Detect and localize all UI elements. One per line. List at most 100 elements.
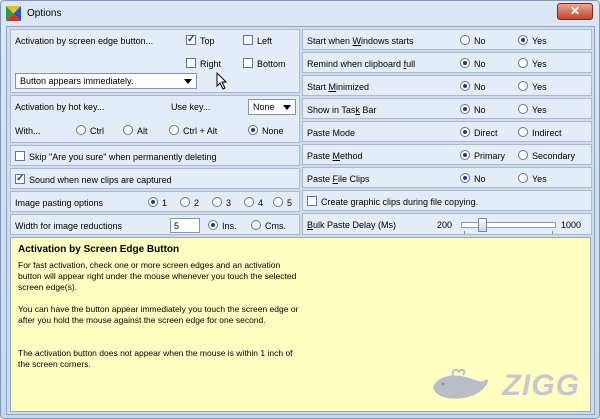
image-paste-option-2-radio[interactable] bbox=[180, 197, 190, 207]
bulk-paste-delay-min: 200 bbox=[437, 220, 453, 230]
paste-file-clips-yes-label: Yes bbox=[532, 174, 547, 184]
paste-method-secondary-label: Secondary bbox=[532, 151, 576, 161]
paste-method-secondary-radio[interactable] bbox=[518, 150, 528, 160]
units-inches-radio[interactable] bbox=[208, 220, 218, 230]
watermark-text: ZIGG bbox=[502, 369, 580, 402]
edge-activation-label: Activation by screen edge button... bbox=[15, 36, 154, 46]
skip-confirm-checkbox[interactable] bbox=[15, 151, 25, 161]
image-paste-option-2-label: 2 bbox=[194, 198, 200, 208]
show-taskbar-label: Show in Task Bar bbox=[307, 105, 377, 115]
hotkey-group: Activation by hot key... Use key... None… bbox=[10, 95, 300, 143]
edge-activation-group: Activation by screen edge button... Top … bbox=[10, 29, 300, 93]
modifier-alt-radio[interactable] bbox=[123, 125, 133, 135]
use-key-dropdown[interactable]: None bbox=[248, 99, 296, 115]
paste-method-label: Paste Method bbox=[307, 151, 363, 161]
image-paste-option-5-label: 5 bbox=[287, 198, 293, 208]
remind-clipboard-row: Remind when clipboard full No Yes bbox=[302, 52, 592, 73]
image-paste-option-4-label: 4 bbox=[258, 198, 264, 208]
image-paste-option-4-radio[interactable] bbox=[244, 197, 254, 207]
edge-left-checkbox[interactable] bbox=[243, 35, 253, 45]
image-width-label: Width for image reductions bbox=[15, 221, 123, 231]
remind-clipboard-no-label: No bbox=[474, 59, 486, 69]
close-button[interactable]: ✕ bbox=[557, 3, 593, 20]
paste-mode-direct-radio[interactable] bbox=[460, 127, 470, 137]
image-paste-option-5-radio[interactable] bbox=[273, 197, 283, 207]
hotkey-label: Activation by hot key... bbox=[15, 102, 105, 112]
sound-checkbox[interactable] bbox=[15, 173, 25, 184]
remind-clipboard-yes-radio[interactable] bbox=[518, 58, 528, 68]
edge-bottom-checkbox[interactable] bbox=[243, 58, 253, 68]
show-taskbar-no-label: No bbox=[474, 105, 486, 115]
image-paste-option-3-label: 3 bbox=[226, 198, 232, 208]
modifier-ctrl-alt-radio[interactable] bbox=[169, 125, 179, 135]
modifier-none-radio[interactable] bbox=[248, 125, 258, 135]
paste-mode-direct-label: Direct bbox=[474, 128, 498, 138]
paste-method-primary-radio[interactable] bbox=[460, 150, 470, 160]
image-pasting-label: Image pasting options bbox=[15, 198, 104, 208]
units-cms-label: Cms. bbox=[265, 221, 286, 231]
graphic-clips-checkbox[interactable] bbox=[307, 196, 317, 206]
modifier-alt-label: Alt bbox=[137, 126, 148, 136]
whale-logo-icon bbox=[433, 368, 488, 399]
edge-delay-dropdown[interactable]: Button appears immediately. bbox=[15, 73, 197, 89]
edge-right-checkbox[interactable] bbox=[186, 58, 196, 68]
start-minimized-yes-radio[interactable] bbox=[518, 81, 528, 91]
title-bar[interactable]: Options ✕ bbox=[1, 1, 599, 26]
units-inches-label: Ins. bbox=[222, 221, 237, 231]
modifier-ctrl-alt-label: Ctrl + Alt bbox=[183, 126, 218, 136]
modifier-ctrl-label: Ctrl bbox=[90, 126, 104, 136]
colored-triangles-icon bbox=[6, 6, 21, 21]
start-windows-no-label: No bbox=[474, 36, 486, 46]
start-windows-no-radio[interactable] bbox=[460, 35, 470, 45]
help-paragraph-3: The activation button does not appear wh… bbox=[18, 348, 293, 369]
modifier-ctrl-radio[interactable] bbox=[76, 125, 86, 135]
paste-mode-row: Paste Mode Direct Indirect bbox=[302, 121, 592, 142]
remind-clipboard-no-radio[interactable] bbox=[460, 58, 470, 68]
help-paragraph-2: You can have the button appear immediate… bbox=[18, 304, 299, 325]
image-pasting-row: Image pasting options 1 2 3 4 5 bbox=[10, 191, 300, 212]
edge-delay-value: Button appears immediately. bbox=[20, 76, 134, 86]
slider-tick bbox=[552, 231, 553, 234]
paste-file-clips-label: Paste File Clips bbox=[307, 174, 370, 184]
skip-confirm-row: Skip "Are you sure" when permanently del… bbox=[10, 145, 300, 166]
start-windows-yes-radio[interactable] bbox=[518, 35, 528, 45]
paste-mode-label: Paste Mode bbox=[307, 128, 356, 138]
help-title: Activation by Screen Edge Button bbox=[18, 244, 180, 255]
start-minimized-no-radio[interactable] bbox=[460, 81, 470, 91]
paste-file-clips-no-label: No bbox=[474, 174, 486, 184]
chevron-down-icon bbox=[184, 79, 192, 84]
start-windows-row: Start when Windows starts No Yes bbox=[302, 29, 592, 50]
image-paste-option-1-label: 1 bbox=[162, 198, 168, 208]
paste-method-row: Paste Method Primary Secondary bbox=[302, 144, 592, 165]
options-window: Options ✕ Activation by screen edge butt… bbox=[0, 0, 600, 419]
show-taskbar-row: Show in Task Bar No Yes bbox=[302, 98, 592, 119]
paste-file-clips-no-radio[interactable] bbox=[460, 173, 470, 183]
bulk-paste-delay-slider-thumb[interactable] bbox=[478, 218, 488, 232]
edge-top-label: Top bbox=[200, 36, 215, 46]
paste-file-clips-row: Paste File Clips No Yes bbox=[302, 167, 592, 188]
bulk-paste-delay-slider[interactable] bbox=[461, 222, 556, 228]
units-cms-radio[interactable] bbox=[251, 220, 261, 230]
help-paragraph-1: For fast activation, check one or more s… bbox=[18, 260, 297, 292]
show-taskbar-no-radio[interactable] bbox=[460, 104, 470, 114]
show-taskbar-yes-radio[interactable] bbox=[518, 104, 528, 114]
slider-tick bbox=[464, 231, 465, 234]
start-windows-yes-label: Yes bbox=[532, 36, 547, 46]
paste-mode-indirect-radio[interactable] bbox=[518, 127, 528, 137]
image-paste-option-1-radio[interactable] bbox=[148, 197, 158, 207]
graphic-clips-row: Create graphic clips during file copying… bbox=[302, 190, 592, 211]
edge-top-checkbox[interactable] bbox=[186, 34, 196, 45]
sound-label: Sound when new clips are captured bbox=[29, 175, 172, 185]
with-label: With... bbox=[15, 126, 41, 136]
image-width-value: 5 bbox=[174, 221, 180, 231]
bulk-paste-delay-max: 1000 bbox=[561, 220, 582, 230]
edge-bottom-label: Bottom bbox=[257, 59, 286, 69]
skip-confirm-label: Skip "Are you sure" when permanently del… bbox=[29, 152, 217, 162]
start-minimized-no-label: No bbox=[474, 82, 486, 92]
image-width-row: Width for image reductions 5 Ins. Cms. bbox=[10, 214, 300, 235]
image-paste-option-3-radio[interactable] bbox=[212, 197, 222, 207]
image-width-input[interactable]: 5 bbox=[170, 218, 200, 233]
paste-file-clips-yes-radio[interactable] bbox=[518, 173, 528, 183]
edge-left-label: Left bbox=[257, 36, 273, 46]
bulk-paste-delay-label: Bulk Paste Delay (Ms) bbox=[307, 220, 397, 230]
